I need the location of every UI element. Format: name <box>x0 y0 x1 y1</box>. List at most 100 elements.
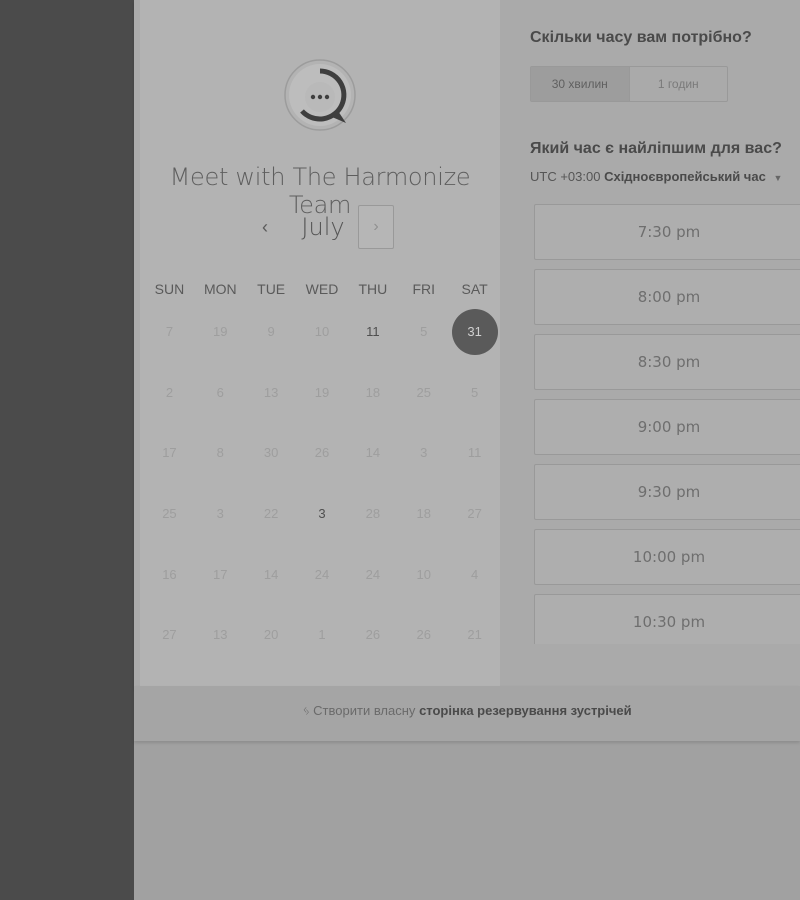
calendar-day: 14 <box>246 552 297 598</box>
create-booking-page-link[interactable]: ᛃ Створити власну сторінка резервування з… <box>134 703 800 718</box>
calendar-day-number: 16 <box>162 566 177 582</box>
calendar-day: 28 <box>347 491 398 537</box>
calendar-day: 24 <box>347 552 398 598</box>
timezone-select[interactable]: UTC +03:00 Східноєвропейський час ▼ <box>530 169 782 184</box>
duration-option-30min[interactable]: 30 хвилин <box>531 67 630 101</box>
calendar-day-number: 9 <box>267 324 275 340</box>
calendar-day-number: 27 <box>162 627 177 643</box>
time-slot-button[interactable]: 9:00 pm <box>534 399 800 455</box>
calendar-week: 16 17 14 24 24 10 4 <box>140 544 500 605</box>
calendar-panel: Meet with The Harmonize Team ‹ July › SU… <box>140 0 500 686</box>
calendar-grid: SUN MON TUE WED THU FRI SAT 7 19 9 10 11 5 31 2… <box>140 276 500 666</box>
calendar-day: 9 <box>246 309 297 355</box>
calendar-day: 25 <box>398 370 449 416</box>
calendar-day-number: 26 <box>314 445 330 461</box>
calendar-day-number: 8 <box>216 445 224 461</box>
prev-month-button[interactable]: ‹ <box>252 213 278 241</box>
calendar-day-number: 10 <box>416 566 431 582</box>
calendar-week: 17 8 30 26 14 3 11 <box>140 423 500 484</box>
hubspot-sprocket-icon: ᛃ <box>302 703 311 718</box>
chat-bubble-icon <box>284 59 356 131</box>
calendar-day: 18 <box>347 370 398 416</box>
calendar-day: 4 <box>449 552 500 598</box>
calendar-day: 3 <box>195 491 246 537</box>
time-slot-button[interactable]: 10:30 pm <box>534 594 800 644</box>
calendar-day-number: 7 <box>165 324 174 340</box>
caret-down-icon: ▼ <box>773 173 783 183</box>
calendar-day-number: 25 <box>162 506 177 522</box>
calendar-day-number: 5 <box>420 324 428 340</box>
calendar-day: 14 <box>347 430 398 476</box>
month-navigation: ‹ July › <box>140 205 500 251</box>
month-label: July <box>301 213 345 241</box>
calendar-day: 5 <box>398 309 449 355</box>
calendar-day: 19 <box>297 370 348 416</box>
calendar-day: 24 <box>297 552 348 598</box>
calendar-day-number: 3 <box>216 506 224 522</box>
avatar <box>284 53 356 137</box>
calendar-day-number: 20 <box>263 627 279 643</box>
calendar-day-number: 19 <box>213 324 228 340</box>
time-slot-button[interactable]: 10:00 pm <box>534 529 800 585</box>
calendar-day-number: 27 <box>467 506 482 522</box>
calendar-day-number: 26 <box>365 627 381 643</box>
time-slot-button[interactable]: 9:30 pm <box>534 464 800 520</box>
calendar-day-number: 18 <box>365 384 381 400</box>
calendar-day[interactable]: 3 <box>297 491 348 537</box>
calendar-day: 6 <box>195 370 246 416</box>
calendar-day-number: 2 <box>165 384 174 400</box>
time-slot-button[interactable]: 8:30 pm <box>534 334 800 390</box>
calendar-weeks: 7 19 9 10 11 5 31 2 6 13 19 18 25 5 17 8 30 26 14 3 11 25 3 22 3… <box>140 302 500 666</box>
weekday-label: TUE <box>257 281 286 297</box>
calendar-week: 27 13 20 1 26 26 21 <box>140 605 500 666</box>
calendar-day-number: 13 <box>213 627 228 643</box>
calendar-day-selected[interactable]: 31 <box>449 309 500 356</box>
calendar-day: 22 <box>246 491 297 537</box>
duration-question: Скільки часу вам потрібно? <box>530 29 752 46</box>
calendar-day[interactable]: 11 <box>347 309 398 355</box>
next-month-button[interactable]: › <box>358 205 394 249</box>
calendar-day: 26 <box>398 612 449 658</box>
calendar-day: 3 <box>398 430 449 476</box>
calendar-day: 8 <box>195 430 246 476</box>
timezone-name: Східноєвропейський час <box>604 169 766 184</box>
calendar-day-number: 18 <box>416 506 431 522</box>
calendar-day: 13 <box>195 612 246 658</box>
calendar-day-number: 13 <box>263 384 279 400</box>
footer-link-text: сторінка резервування зустрічей <box>419 703 632 718</box>
calendar-day: 2 <box>144 370 195 416</box>
weekday-label: SUN <box>154 281 185 297</box>
time-panel: Скільки часу вам потрібно? 30 хвилин 1 г… <box>500 0 800 686</box>
time-question: Який час є найліпшим для вас? <box>530 140 782 157</box>
calendar-day: 11 <box>449 430 500 476</box>
calendar-day-number: 14 <box>365 445 381 461</box>
calendar-day-number: 17 <box>213 566 228 582</box>
calendar-day: 27 <box>144 612 195 658</box>
weekday-label: MON <box>203 281 237 297</box>
calendar-day-number: 28 <box>365 506 381 522</box>
duration-option-1hour[interactable]: 1 годин <box>630 67 728 101</box>
weekday-label: WED <box>305 281 339 297</box>
time-slot-list[interactable]: 7:30 pm 8:00 pm 8:30 pm 9:00 pm 9:30 pm 10:00… <box>534 204 800 644</box>
calendar-week: 2 6 13 19 18 25 5 <box>140 363 500 424</box>
weekday-header: SUN MON TUE WED THU FRI SAT <box>140 276 500 302</box>
booking-card: Meet with The Harmonize Team ‹ July › SU… <box>134 0 800 686</box>
calendar-day-number: 6 <box>216 384 224 400</box>
calendar-day: 27 <box>449 491 500 537</box>
calendar-day-number: 21 <box>467 627 482 643</box>
calendar-day-number: 31 <box>451 309 498 356</box>
weekday-label: SAT <box>461 281 488 297</box>
calendar-day-number: 11 <box>467 445 482 461</box>
calendar-day: 21 <box>449 612 500 658</box>
calendar-day: 17 <box>195 552 246 598</box>
calendar-day: 19 <box>195 309 246 355</box>
time-slot-button[interactable]: 7:30 pm <box>534 204 800 260</box>
calendar-day: 1 <box>297 612 348 658</box>
calendar-day-number: 25 <box>416 384 431 400</box>
calendar-day-number: 24 <box>365 566 381 582</box>
weekday-label: THU <box>358 281 388 297</box>
calendar-day: 10 <box>398 552 449 598</box>
calendar-day: 17 <box>144 430 195 476</box>
time-slot-button[interactable]: 8:00 pm <box>534 269 800 325</box>
calendar-day: 26 <box>297 430 348 476</box>
